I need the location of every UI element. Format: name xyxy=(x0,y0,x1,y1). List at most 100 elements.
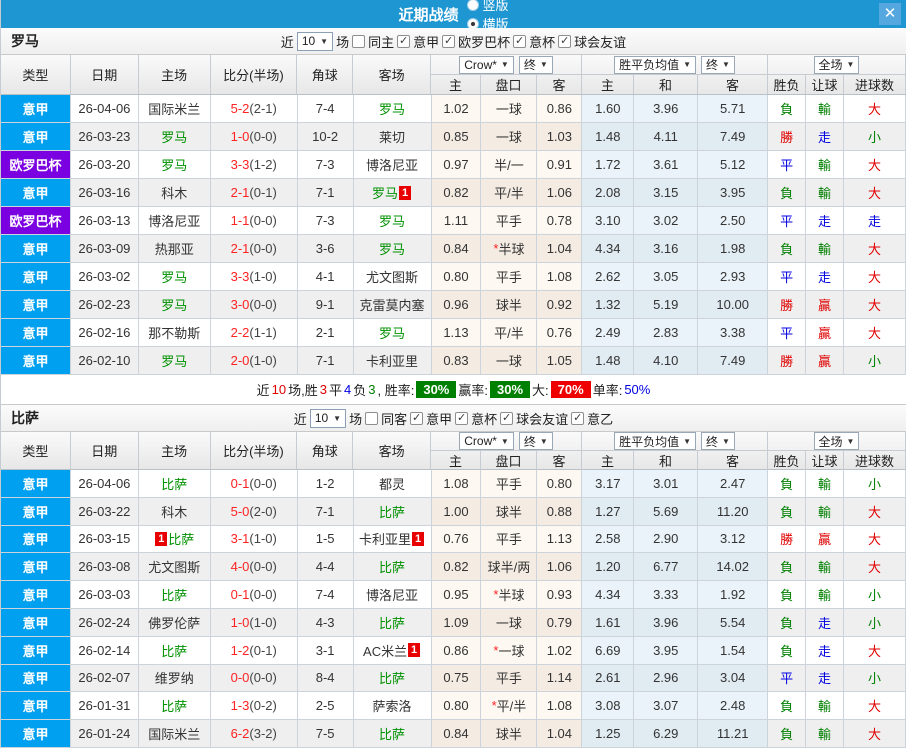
mean-odds-cell: 10.00 xyxy=(698,291,769,319)
date-cell: 26-03-08 xyxy=(70,553,139,582)
checkbox[interactable] xyxy=(352,34,366,48)
team-name: 罗马 xyxy=(11,33,39,49)
match-count-select[interactable]: 10 ▼ xyxy=(309,408,347,428)
chevron-down-icon: ▼ xyxy=(539,436,548,446)
corner-cell: 7-4 xyxy=(297,95,354,123)
corner-cell: 7-1 xyxy=(297,497,354,526)
mean-odds-cell: 6.77 xyxy=(634,553,699,582)
mean-stage-select[interactable]: 终 ▼ xyxy=(701,432,735,450)
table-row: 意甲 26-03-09 热那亚 2-1 (0-0) 3-6 罗马 0.84 * 半球 1.04 4.3… xyxy=(1,235,906,263)
odds-cell: 0.83 xyxy=(431,347,482,375)
section-header: 罗马近 10 ▼ 场同主 ✓ 意甲 ✓ 欧罗巴杯 ✓ 意杯 ✓ 球会友谊 xyxy=(1,28,906,55)
score-cell: 2-1 (0-1) xyxy=(210,179,298,207)
date-cell: 26-04-06 xyxy=(70,470,139,498)
checkbox[interactable]: ✓ xyxy=(442,34,456,48)
odds-stage-select[interactable]: 终 ▼ xyxy=(518,432,553,450)
mean-odds-cell: 3.61 xyxy=(634,151,699,179)
home-team-cell: 罗马 xyxy=(138,347,211,375)
near-label: 近 xyxy=(293,411,307,427)
red-card-badge: 1 xyxy=(155,531,168,546)
odds-company-select[interactable]: Crow* ▼ xyxy=(459,432,514,450)
outcome-cell: 勝 xyxy=(768,291,807,319)
odds-cell: 0.93 xyxy=(537,581,583,609)
date-cell: 26-02-10 xyxy=(70,347,139,375)
date-cell: 26-03-16 xyxy=(70,179,139,207)
summary-text: 近 xyxy=(256,383,270,398)
home-team-name: 罗马 xyxy=(161,158,188,173)
odds-company-select[interactable]: Crow* ▼ xyxy=(459,55,514,74)
league-cell: 意甲 xyxy=(1,553,71,582)
odds-stage-select[interactable]: 终 ▼ xyxy=(518,55,553,74)
summary-text: 10 xyxy=(271,382,287,397)
sub-column-header: 和 xyxy=(634,75,698,94)
home-team-cell: 科木 xyxy=(138,497,211,526)
match-count-select[interactable]: 10 ▼ xyxy=(296,31,334,51)
mean-type-select[interactable]: 胜平负均值 ▼ xyxy=(614,432,696,450)
fulltime-score: 3-3 xyxy=(230,269,250,284)
mean-odds-cell: 2.58 xyxy=(582,525,635,554)
table-row: 意甲 26-02-24 佛罗伦萨 1-0 (1-0) 4-3 比萨 1.09 一球 0.79 1.6… xyxy=(1,608,906,637)
handicap-result-cell: 輸 xyxy=(806,581,845,609)
date-cell: 26-01-24 xyxy=(70,720,139,748)
table-row: 意甲 26-03-23 罗马 1-0 (0-0) 10-2 莱切 0.85 一球 1.03 1.48… xyxy=(1,123,906,151)
away-team-cell: 博洛尼亚 xyxy=(353,581,432,609)
select-value: 终 xyxy=(523,58,536,72)
recent-results-panel: 近期战绩 竖版 横版 ✕ 罗马近 10 ▼ 场同主 ✓ 意甲 ✓ 欧罗巴杯 ✓ 意杯 ✓ 球会友谊 类型日… xyxy=(0,0,906,748)
away-team-cell: 比萨 xyxy=(353,497,432,526)
close-icon[interactable]: ✕ xyxy=(879,3,901,25)
games-label: 场 xyxy=(336,34,350,50)
header-group: 胜平负均值 ▼ 终 ▼ 主和客 xyxy=(582,55,768,94)
odds-cell: 1.11 xyxy=(431,207,482,235)
corner-cell: 4-1 xyxy=(297,263,354,291)
mean-odds-cell: 2.47 xyxy=(698,470,769,498)
checkbox[interactable]: ✓ xyxy=(571,411,585,425)
home-team-cell: 国际米兰 xyxy=(138,95,211,123)
column-header: 日期 xyxy=(71,55,139,94)
league-cell: 意甲 xyxy=(1,347,71,375)
checkbox[interactable]: ✓ xyxy=(513,34,527,48)
goals-result-cell: 大 xyxy=(844,95,906,123)
outcome-cell: 平 xyxy=(768,319,807,347)
corner-cell: 3-6 xyxy=(297,235,354,263)
league-filter-label: 意乙 xyxy=(587,411,614,427)
home-team-cell: 罗马 xyxy=(138,291,211,319)
header-subrow: 主盘口客 xyxy=(431,451,582,470)
column-header: 客场 xyxy=(353,432,431,469)
home-team-name: 那不勒斯 xyxy=(148,326,201,341)
corner-cell: 1-2 xyxy=(297,470,354,498)
league-cell: 意甲 xyxy=(1,291,71,319)
mean-odds-cell: 3.33 xyxy=(634,581,699,609)
checkbox[interactable]: ✓ xyxy=(500,411,514,425)
checkbox[interactable]: ✓ xyxy=(455,411,469,425)
checkbox[interactable]: ✓ xyxy=(397,34,411,48)
games-label: 场 xyxy=(349,411,363,427)
header-group: 胜平负均值 ▼ 终 ▼ 主和客 xyxy=(582,432,768,470)
mean-type-select[interactable]: 胜平负均值 ▼ xyxy=(614,55,696,74)
mean-odds-cell: 4.11 xyxy=(634,123,699,151)
checkbox[interactable]: ✓ xyxy=(558,34,572,48)
sub-column-header: 客 xyxy=(537,451,582,470)
select-value: 胜平负均值 xyxy=(619,434,680,449)
scope-select[interactable]: 全场 ▼ xyxy=(813,432,860,450)
same-venue-label: 同主 xyxy=(368,34,395,50)
away-team-cell: AC米兰 1 xyxy=(353,636,432,665)
orientation-option[interactable]: 竖版 xyxy=(466,0,509,14)
sub-column-header: 盘口 xyxy=(481,75,537,94)
sub-column-header: 客 xyxy=(698,451,768,470)
radio-icon[interactable] xyxy=(466,0,479,11)
checkbox[interactable] xyxy=(365,411,379,425)
checkbox[interactable]: ✓ xyxy=(410,411,424,425)
mean-stage-select[interactable]: 终 ▼ xyxy=(701,55,735,74)
home-team-name: 科木 xyxy=(161,504,188,520)
odds-cell: 1.00 xyxy=(431,497,482,526)
away-team-cell: 罗马 1 xyxy=(353,179,432,207)
scope-select[interactable]: 全场 ▼ xyxy=(813,55,860,74)
outcome-cell: 負 xyxy=(768,470,807,498)
handicap-result-cell: 贏 xyxy=(806,347,845,375)
mean-odds-cell: 2.49 xyxy=(582,319,635,347)
league-cell: 意甲 xyxy=(1,470,71,498)
select-value: Crow* xyxy=(464,57,497,72)
table-row: 意甲 26-03-22 科木 5-0 (2-0) 7-1 比萨 1.00 球半 0.88 1.27 5… xyxy=(1,497,906,526)
fulltime-score: 3-0 xyxy=(230,297,250,312)
home-team-name: 比萨 xyxy=(161,588,188,604)
